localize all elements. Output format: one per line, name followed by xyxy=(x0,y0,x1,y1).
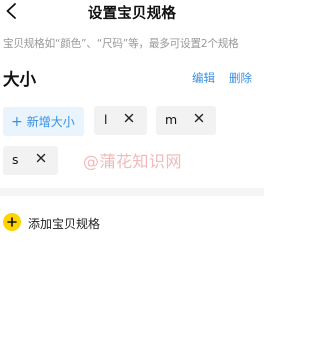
page-title: 设置宝贝规格 xyxy=(87,6,177,22)
add-spec-button[interactable]: 添加宝贝规格 xyxy=(0,206,264,238)
add-spec-label: 添加宝贝规格 xyxy=(28,217,101,231)
spec-value-label: s xyxy=(12,152,19,167)
add-spec-value-label: 新增大小 xyxy=(26,115,75,129)
section-divider xyxy=(0,188,264,196)
close-icon[interactable] xyxy=(124,111,136,123)
spec-value-label: l xyxy=(104,112,108,127)
plus-icon: + xyxy=(11,113,23,130)
spec-name: 大小 xyxy=(3,70,36,89)
spec-value-chip[interactable]: s xyxy=(3,146,58,175)
watermark: @蒲花知识网 xyxy=(83,152,183,171)
plus-circle-icon xyxy=(3,213,21,231)
close-icon[interactable] xyxy=(36,151,48,163)
spec-value-chip[interactable]: m xyxy=(156,106,216,135)
add-spec-value-button[interactable]: + 新增大小 xyxy=(3,107,84,136)
spec-value-label: m xyxy=(165,112,178,127)
delete-spec-button[interactable]: 删除 xyxy=(229,70,252,86)
spec-value-chip[interactable]: l xyxy=(94,106,147,135)
close-icon[interactable] xyxy=(194,111,206,123)
edit-spec-button[interactable]: 编辑 xyxy=(192,70,215,86)
spec-hint-text: 宝贝规格如“颜色”、“尺码”等，最多可设置2个规格 xyxy=(3,38,239,50)
nav-bar: 设置宝贝规格 xyxy=(0,0,264,26)
